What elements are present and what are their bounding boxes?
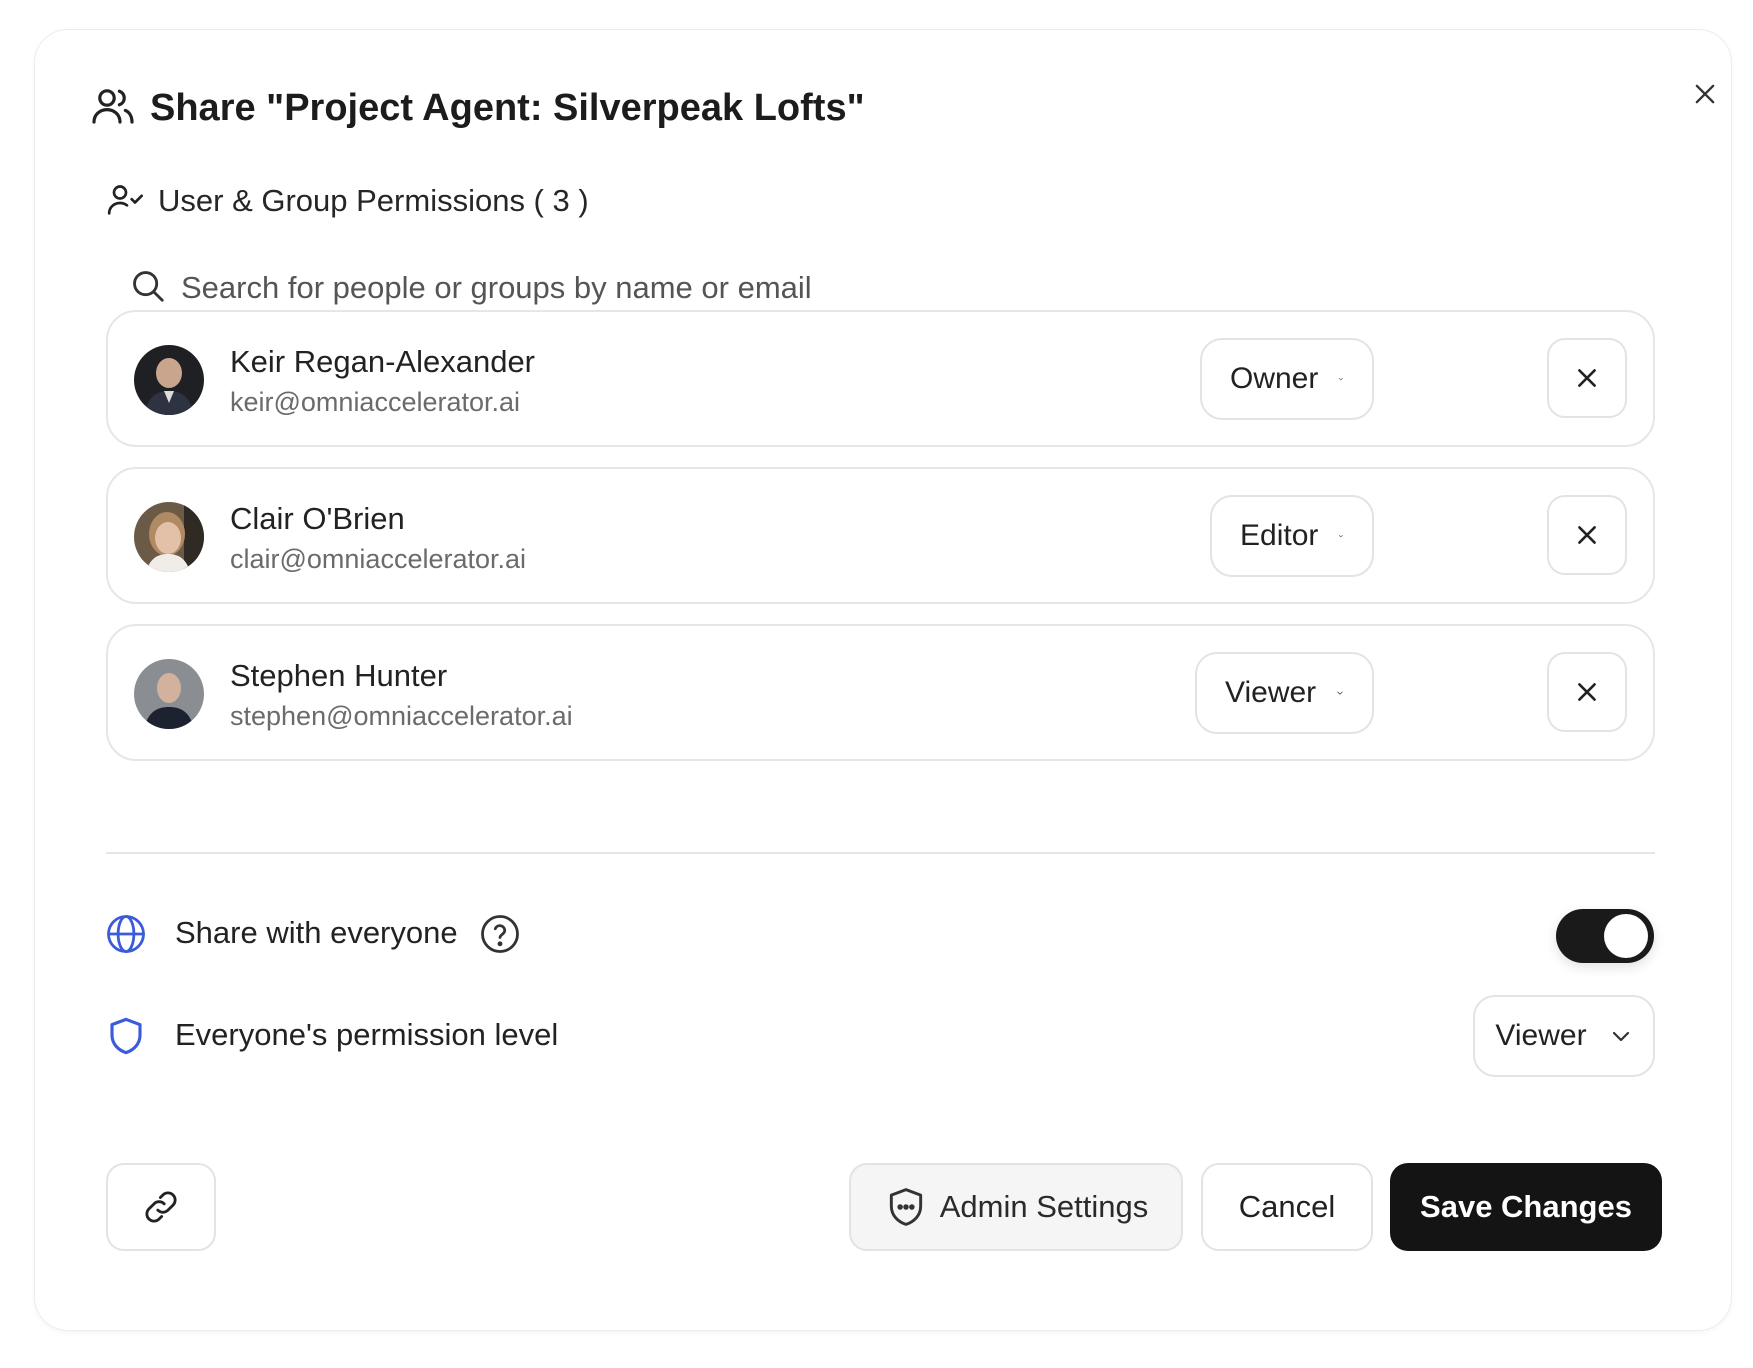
user-row: Clair O'Brien clair@omniaccelerator.ai E…	[106, 467, 1655, 604]
role-label: Owner	[1230, 362, 1319, 395]
role-dropdown[interactable]: Owner	[1200, 338, 1374, 420]
close-button[interactable]	[1681, 70, 1729, 118]
cancel-label: Cancel	[1238, 1189, 1336, 1224]
user-name: Stephen Hunter	[230, 658, 448, 693]
globe-icon	[105, 913, 147, 955]
toggle-knob	[1604, 914, 1648, 958]
dialog-title: Share "Project Agent: Silverpeak Lofts"	[150, 87, 865, 129]
avatar	[134, 345, 204, 415]
shield-icon	[105, 1015, 147, 1057]
admin-settings-button[interactable]: Admin Settings	[849, 1163, 1183, 1251]
chevron-down-icon	[1612, 1031, 1629, 1042]
search-input[interactable]	[181, 266, 1681, 310]
permissions-section-title: User & Group Permissions ( 3 )	[158, 183, 589, 218]
user-row: Keir Regan-Alexander keir@omniaccelerato…	[106, 310, 1655, 447]
copy-link-button[interactable]	[106, 1163, 216, 1251]
role-label: Editor	[1240, 519, 1319, 552]
user-email: clair@omniaccelerator.ai	[230, 544, 527, 574]
save-changes-button[interactable]: Save Changes	[1390, 1163, 1662, 1251]
role-label: Viewer	[1225, 676, 1317, 709]
admin-settings-label: Admin Settings	[939, 1189, 1149, 1224]
remove-user-button[interactable]	[1547, 652, 1627, 732]
chevron-down-icon	[1339, 378, 1344, 381]
user-email: stephen@omniaccelerator.ai	[230, 701, 573, 731]
help-circle-icon[interactable]	[479, 913, 521, 955]
chevron-down-icon	[1339, 535, 1344, 538]
shield-dots-icon	[889, 1188, 922, 1226]
avatar	[134, 659, 204, 729]
close-icon	[1578, 526, 1596, 544]
role-dropdown[interactable]: Editor	[1210, 495, 1374, 577]
cancel-button[interactable]: Cancel	[1201, 1163, 1373, 1251]
share-everyone-label: Share with everyone	[175, 915, 458, 950]
role-dropdown[interactable]: Viewer	[1195, 652, 1374, 734]
share-dialog: Share "Project Agent: Silverpeak Lofts" …	[34, 29, 1732, 1331]
search-icon	[129, 267, 167, 305]
close-icon	[1578, 683, 1596, 701]
user-email: keir@omniaccelerator.ai	[230, 387, 521, 417]
remove-user-button[interactable]	[1547, 495, 1627, 575]
everyone-permission-dropdown[interactable]: Viewer	[1473, 995, 1655, 1077]
user-row: Stephen Hunter stephen@omniaccelerator.a…	[106, 624, 1655, 761]
everyone-permission-value: Viewer	[1495, 1019, 1587, 1052]
user-name: Keir Regan-Alexander	[230, 344, 536, 379]
user-check-icon	[105, 180, 145, 220]
close-icon	[1578, 369, 1596, 387]
close-icon	[1695, 84, 1715, 104]
user-name: Clair O'Brien	[230, 501, 405, 536]
users-icon	[89, 82, 137, 130]
everyone-permission-label: Everyone's permission level	[175, 1017, 559, 1052]
share-everyone-toggle[interactable]	[1556, 909, 1654, 963]
save-label: Save Changes	[1420, 1189, 1632, 1224]
avatar	[134, 502, 204, 572]
link-icon	[145, 1191, 177, 1223]
chevron-down-icon	[1337, 691, 1343, 695]
remove-user-button[interactable]	[1547, 338, 1627, 418]
divider	[106, 852, 1655, 854]
